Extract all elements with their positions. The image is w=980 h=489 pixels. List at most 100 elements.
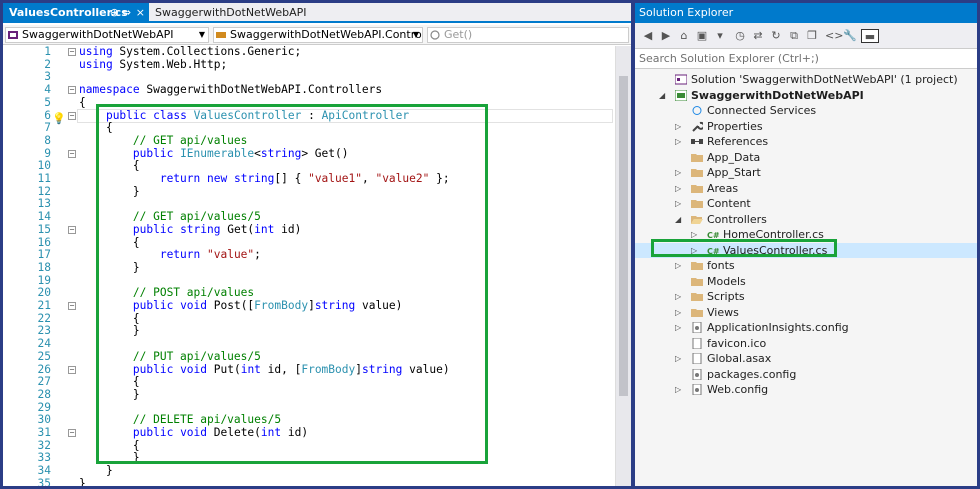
code-line: using System.Web.Http; <box>79 57 227 72</box>
collapse-icon[interactable]: − <box>68 225 76 234</box>
code-line: namespace SwaggerwithDotNetWebAPI.Contro… <box>79 83 383 97</box>
expanded-arrow-icon[interactable]: ◢ <box>659 88 667 104</box>
collapse-icon[interactable]: − <box>68 149 76 158</box>
collapsed-arrow-icon[interactable]: ▷ <box>675 119 683 135</box>
tree-item[interactable]: ▷ Properties <box>635 119 977 135</box>
collapse-icon[interactable]: − <box>68 48 76 56</box>
solution-tree: Solution 'SwaggerwithDotNetWebAPI' (1 pr… <box>635 69 977 486</box>
tree-item[interactable]: ◢ SwaggerwithDotNetWebAPI <box>635 88 977 104</box>
tree-item[interactable]: ▷ Global.asax <box>635 351 977 367</box>
pin-tab-icon[interactable]: ⇔ <box>122 3 131 22</box>
properties-wrench-icon[interactable]: 🔧 <box>843 29 857 43</box>
references-icon <box>691 136 703 147</box>
close-tab-icon[interactable]: × <box>136 3 145 22</box>
chevron-down-icon: ▼ <box>412 30 419 39</box>
tree-item[interactable]: ▷ Content <box>635 196 977 212</box>
collapsed-arrow-icon[interactable]: ▷ <box>675 258 683 274</box>
tree-item[interactable]: Solution 'SwaggerwithDotNetWebAPI' (1 pr… <box>635 72 977 88</box>
pending-changes-filter-icon[interactable]: ◷ <box>733 29 747 43</box>
back-icon[interactable]: ◀ <box>641 29 655 43</box>
switch-views-icon[interactable]: ▣ <box>695 29 709 43</box>
collapse-icon[interactable]: − <box>68 429 76 437</box>
collapsed-arrow-icon[interactable]: ▷ <box>675 351 683 367</box>
tree-item[interactable]: ▷ References <box>635 134 977 150</box>
tree-item[interactable]: App_Data <box>635 150 977 166</box>
method-icon <box>430 30 440 40</box>
tree-item-label: packages.config <box>707 367 797 381</box>
tree-item-label: Views <box>707 305 739 319</box>
code-token: { <box>79 95 86 109</box>
scrollbar-thumb[interactable] <box>619 76 628 396</box>
collapsed-arrow-icon[interactable]: ▷ <box>675 196 683 212</box>
home-icon[interactable]: ⌂ <box>677 29 691 43</box>
tree-item[interactable]: packages.config <box>635 367 977 383</box>
collapsed-arrow-icon[interactable]: ▷ <box>675 305 683 321</box>
tree-item-label: Global.asax <box>707 352 772 365</box>
project-dropdown[interactable]: SwaggerwithDotNetWebAPI ▼ <box>5 27 209 43</box>
tab-valuescontroller[interactable]: ValuesController.cs ⊕ ⇔ × <box>3 3 149 23</box>
tree-item[interactable]: ▷ Areas <box>635 181 977 197</box>
tree-item[interactable]: Models <box>635 274 977 290</box>
line-number: 35 <box>37 476 51 486</box>
collapse-icon[interactable]: − <box>68 111 76 120</box>
collapse-icon[interactable]: − <box>68 86 76 95</box>
wrench-icon <box>691 121 705 132</box>
chevron-down-icon[interactable]: ▾ <box>713 29 727 43</box>
tree-item[interactable]: ▷ fonts <box>635 258 977 274</box>
view-code-icon[interactable]: <> <box>825 29 843 43</box>
code-token: } <box>79 476 86 486</box>
tree-item[interactable]: ▷ Scripts <box>635 289 977 305</box>
tree-item[interactable]: Connected Services <box>635 103 977 119</box>
preview-selected-icon[interactable]: ▬ <box>861 29 879 43</box>
code-token: using <box>79 45 113 58</box>
lightbulb-icon[interactable]: 💡 <box>52 112 66 125</box>
collapsed-arrow-icon[interactable]: ▷ <box>675 382 683 398</box>
file-icon <box>691 352 703 365</box>
member-dropdown[interactable]: Get() <box>427 27 629 43</box>
collapse-icon[interactable]: − <box>68 365 76 374</box>
forward-icon[interactable]: ▶ <box>659 29 673 43</box>
tree-item-label: Areas <box>707 181 739 195</box>
folder-icon <box>691 167 703 178</box>
line-number: 21 <box>37 299 51 312</box>
refresh-icon[interactable]: ↻ <box>769 29 783 43</box>
code-token: SwaggerwithDotNetWebAPI.Controllers <box>139 83 383 97</box>
solution-explorer-search-input[interactable]: Search Solution Explorer (Ctrl+;) <box>635 49 977 69</box>
collapsed-arrow-icon[interactable]: ▷ <box>675 165 683 181</box>
namespace-dropdown[interactable]: SwaggerwithDotNetWebAPI.Controllers ▼ <box>213 27 423 43</box>
collapse-icon[interactable]: − <box>68 302 76 310</box>
tree-item-label: SwaggerwithDotNetWebAPI <box>691 88 864 102</box>
document-tab-strip: ValuesController.cs ⊕ ⇔ × SwaggerwithDot… <box>3 3 631 23</box>
namespace-dropdown-value: SwaggerwithDotNetWebAPI.Controllers <box>230 28 422 41</box>
code-token: using <box>79 57 113 71</box>
tree-item[interactable]: ▷ App_Start <box>635 165 977 181</box>
tree-item[interactable]: ◢ Controllers <box>635 212 977 228</box>
navigation-bar: SwaggerwithDotNetWebAPI ▼ SwaggerwithDot… <box>3 25 631 45</box>
config-file-icon <box>691 321 703 334</box>
tree-item[interactable]: ▷ ApplicationInsights.config <box>635 320 977 336</box>
tree-item[interactable]: ▷ Web.config <box>635 382 977 398</box>
collapse-all-icon[interactable]: ⧉ <box>787 29 801 43</box>
show-all-files-icon[interactable]: ❐ <box>805 29 819 43</box>
highlight-rectangle-file <box>651 239 837 257</box>
tab-project[interactable]: SwaggerwithDotNetWebAPI <box>149 3 307 23</box>
line-number: 24 <box>37 337 51 351</box>
tree-item-label: Properties <box>707 119 763 133</box>
folder-icon <box>691 152 703 163</box>
expanded-arrow-icon[interactable]: ◢ <box>675 212 683 228</box>
line-number: 31 <box>37 426 51 439</box>
collapsed-arrow-icon[interactable]: ▷ <box>675 181 683 197</box>
collapsed-arrow-icon[interactable]: ▷ <box>675 320 683 336</box>
collapsed-arrow-icon[interactable]: ▷ <box>675 289 683 305</box>
tree-item-label: Solution 'SwaggerwithDotNetWebAPI' (1 pr… <box>691 73 958 86</box>
sync-icon[interactable]: ⇄ <box>751 29 765 43</box>
vertical-scrollbar[interactable] <box>615 46 631 486</box>
tree-item-label: fonts <box>707 259 735 272</box>
tree-item[interactable]: ▷ Views <box>635 305 977 321</box>
file-icon <box>691 337 703 349</box>
line-number: 5 <box>44 95 51 109</box>
tree-item[interactable]: favicon.ico <box>635 336 977 352</box>
tab-label: SwaggerwithDotNetWebAPI <box>155 6 307 19</box>
tree-item-label: Web.config <box>707 383 769 396</box>
collapsed-arrow-icon[interactable]: ▷ <box>675 134 683 150</box>
